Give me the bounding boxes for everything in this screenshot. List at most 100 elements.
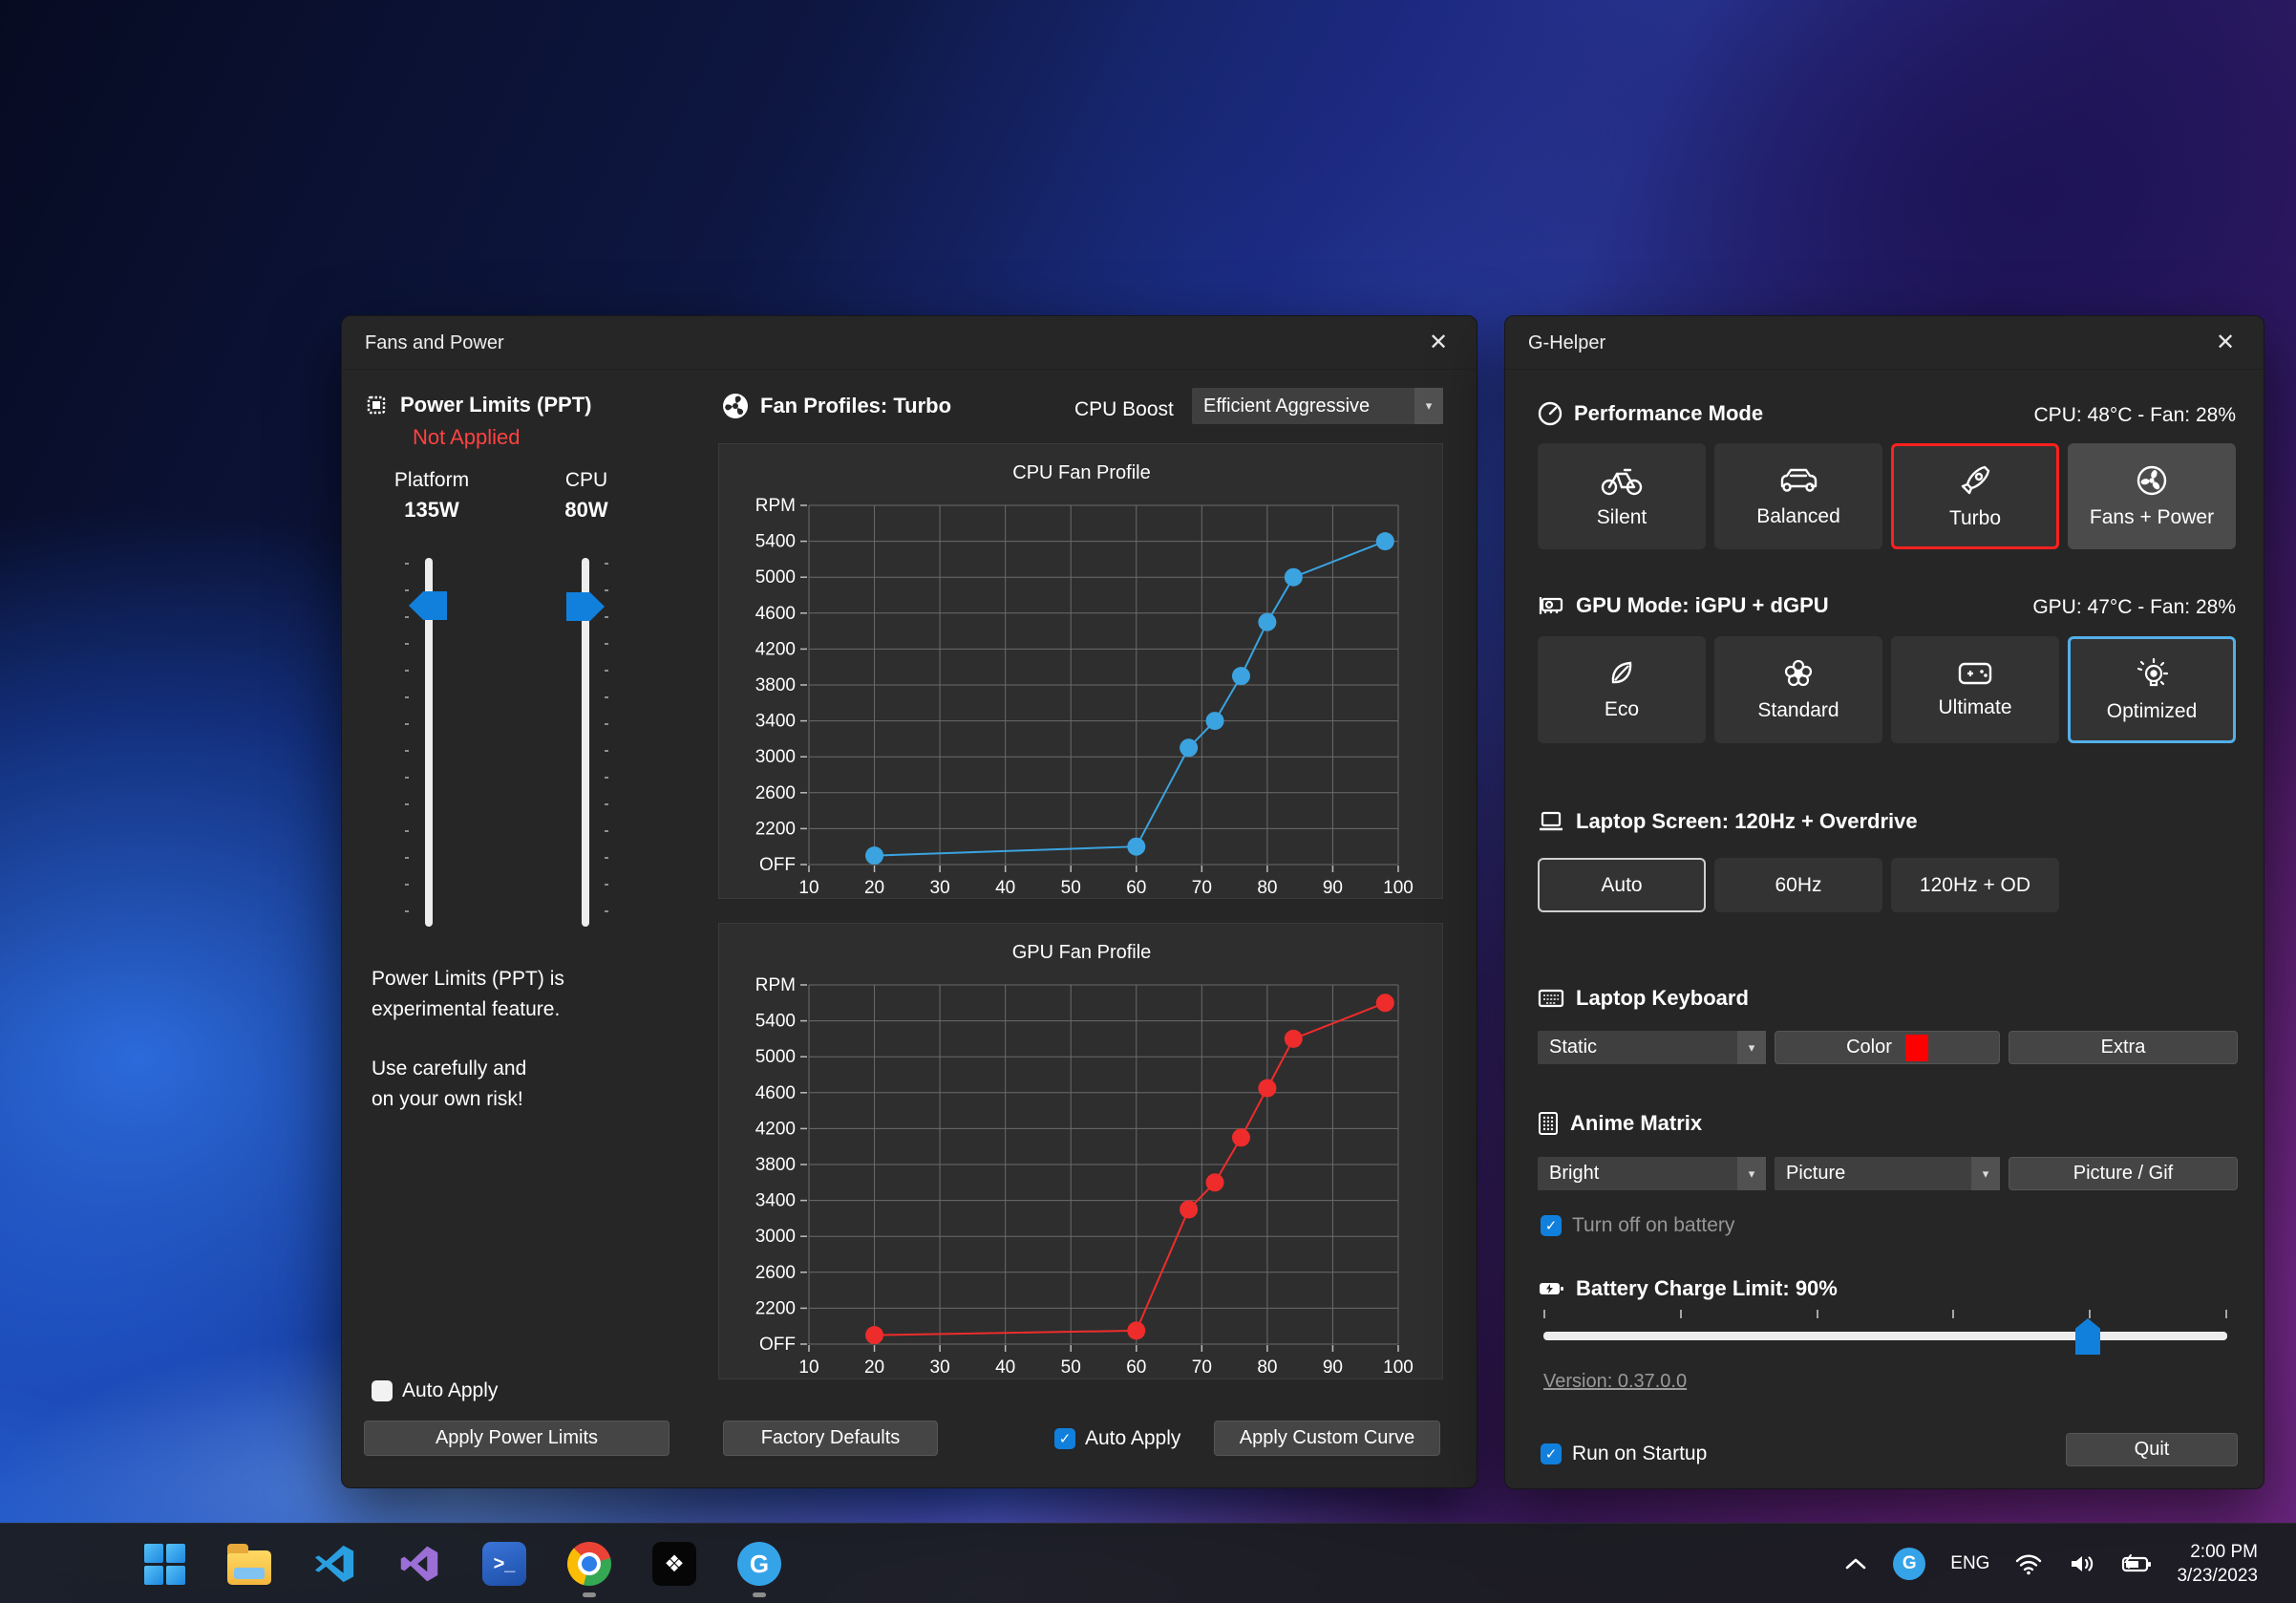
fan-curve-point[interactable] [1127, 838, 1145, 856]
chart-title: GPU Fan Profile [1012, 942, 1152, 963]
fan-curve-point[interactable] [1285, 1030, 1303, 1048]
quit-button[interactable]: Quit [2066, 1433, 2238, 1466]
fan-curve-point[interactable] [1127, 1321, 1145, 1339]
fan-icon [722, 393, 749, 419]
fan-curve-point[interactable] [865, 1326, 883, 1344]
fan-curve-point[interactable] [865, 846, 883, 865]
ghelper-tray-icon[interactable]: G [1893, 1548, 1925, 1580]
keyboard-mode-value: Static [1538, 1031, 1737, 1064]
cpu-fan-chart[interactable]: CPU Fan ProfileRPM5400500046004200380034… [719, 444, 1444, 900]
keyboard-color-button[interactable]: Color [1775, 1031, 2000, 1064]
vscode-button[interactable] [309, 1539, 359, 1589]
language-indicator[interactable]: ENG [1950, 1553, 1989, 1574]
cpu-boost-dropdown[interactable]: Efficient Aggressive ▾ [1192, 388, 1443, 424]
svg-text:2600: 2600 [755, 783, 796, 803]
battery-tray-icon[interactable] [2121, 1553, 2152, 1574]
fan-curve-point[interactable] [1180, 1201, 1198, 1219]
svg-text:100: 100 [1383, 1357, 1414, 1378]
apply-custom-curve-button[interactable]: Apply Custom Curve [1214, 1421, 1440, 1456]
version-link[interactable]: Version: 0.37.0.0 [1543, 1371, 1687, 1392]
cpu-slider-thumb[interactable] [566, 592, 605, 621]
close-icon[interactable]: ✕ [1419, 316, 1457, 370]
gpu-fan-chart-panel: GPU Fan ProfileRPM5400500046004200380034… [718, 923, 1443, 1379]
car-icon [1777, 465, 1819, 496]
gpu-mode-ultimate-label: Ultimate [1938, 696, 2011, 719]
tidal-button[interactable]: ❖ [649, 1539, 699, 1589]
fan-curve-point[interactable] [1206, 1173, 1224, 1191]
screen-120hz-od-label: 120Hz + OD [1920, 874, 2030, 897]
fan-curve-point[interactable] [1376, 532, 1394, 550]
terminal-button[interactable]: >_ [479, 1539, 529, 1589]
chrome-button[interactable] [564, 1539, 614, 1589]
chevron-down-icon[interactable]: ▾ [1971, 1157, 2000, 1190]
chevron-down-icon[interactable]: ▾ [1737, 1031, 1766, 1064]
platform-slider-thumb[interactable] [409, 591, 447, 620]
svg-text:4600: 4600 [755, 604, 796, 624]
battery-slider-track[interactable] [1543, 1332, 2227, 1340]
curve-auto-apply-checkbox[interactable]: ✓ [1054, 1428, 1075, 1449]
note-line-1: Power Limits (PPT) is [372, 964, 564, 994]
clock-date: 3/23/2023 [2177, 1564, 2258, 1588]
keyboard-extra-button[interactable]: Extra [2009, 1031, 2238, 1064]
screen-auto-button[interactable]: Auto [1538, 858, 1706, 912]
close-icon[interactable]: ✕ [2206, 316, 2244, 370]
bicycle-icon [1601, 464, 1643, 497]
speaker-icon[interactable] [2068, 1552, 2096, 1575]
perf-mode-balanced-button[interactable]: Balanced [1714, 443, 1882, 549]
keyboard-mode-dropdown[interactable]: Static ▾ [1538, 1031, 1766, 1064]
clock[interactable]: 2:00 PM 3/23/2023 [2177, 1540, 2258, 1588]
perf-mode-silent-button[interactable]: Silent [1538, 443, 1706, 549]
anime-battery-checkbox[interactable]: ✓ [1541, 1215, 1562, 1236]
screen-120hz-od-button[interactable]: 120Hz + OD [1891, 858, 2059, 912]
fan-curve-point[interactable] [1232, 1128, 1250, 1146]
fan-curve-point[interactable] [1258, 1079, 1276, 1098]
anime-content-dropdown[interactable]: Picture ▾ [1775, 1157, 2000, 1190]
svg-text:4200: 4200 [755, 639, 796, 659]
fan-curve-point[interactable] [1180, 738, 1198, 757]
fan-curve-point[interactable] [1376, 994, 1394, 1012]
taskbar: >_ ❖ G G ENG [0, 1523, 2296, 1603]
chevron-down-icon[interactable]: ▾ [1414, 388, 1443, 424]
flower-icon [1782, 657, 1815, 690]
wifi-icon[interactable] [2014, 1552, 2043, 1575]
gpu-fan-chart[interactable]: GPU Fan ProfileRPM5400500046004200380034… [719, 924, 1444, 1380]
start-button[interactable] [139, 1539, 189, 1589]
visual-studio-button[interactable] [394, 1539, 444, 1589]
file-explorer-button[interactable] [224, 1539, 274, 1589]
apply-power-limits-button[interactable]: Apply Power Limits [364, 1421, 670, 1456]
chevron-down-icon[interactable]: ▾ [1737, 1157, 1766, 1190]
svg-text:70: 70 [1192, 1357, 1212, 1378]
fan-curve-point[interactable] [1285, 568, 1303, 587]
factory-defaults-button[interactable]: Factory Defaults [723, 1421, 938, 1456]
fans-window-titlebar[interactable]: Fans and Power ✕ [342, 316, 1477, 370]
gpu-mode-eco-button[interactable]: Eco [1538, 636, 1706, 743]
power-auto-apply-checkbox[interactable] [372, 1380, 393, 1401]
tray-chevron-up-icon[interactable] [1843, 1556, 1868, 1571]
gauge-icon [1538, 401, 1563, 426]
screen-60hz-button[interactable]: 60Hz [1714, 858, 1882, 912]
anime-picture-gif-button[interactable]: Picture / Gif [2009, 1157, 2238, 1190]
laptop-screen-header: Laptop Screen: 120Hz + Overdrive [1538, 809, 1918, 834]
fan-curve-point[interactable] [1206, 712, 1224, 730]
fans-and-power-window: Fans and Power ✕ Power Limits (PPT) Not … [341, 315, 1478, 1488]
gpu-mode-ultimate-button[interactable]: Ultimate [1891, 636, 2059, 743]
fans-window-title: Fans and Power [365, 316, 504, 370]
ghelper-taskbar-button[interactable]: G [734, 1539, 784, 1589]
gpu-mode-standard-button[interactable]: Standard [1714, 636, 1882, 743]
battery-slider-thumb[interactable] [2075, 1318, 2100, 1355]
perf-mode-fans-power-button[interactable]: Fans + Power [2068, 443, 2236, 549]
fan-curve-point[interactable] [1232, 667, 1250, 685]
run-on-startup-checkbox[interactable]: ✓ [1541, 1443, 1562, 1464]
gpu-mode-optimized-button[interactable]: Optimized [2068, 636, 2236, 743]
svg-text:60: 60 [1126, 1357, 1146, 1378]
perf-mode-turbo-button[interactable]: Turbo [1891, 443, 2059, 549]
note-line-2: experimental feature. [372, 994, 564, 1025]
anime-brightness-dropdown[interactable]: Bright ▾ [1538, 1157, 1766, 1190]
platform-value: 135W [374, 498, 489, 523]
fan-curve-point[interactable] [1258, 613, 1276, 631]
svg-text:50: 50 [1061, 878, 1081, 898]
ghelper-titlebar[interactable]: G-Helper ✕ [1505, 316, 2264, 370]
check-icon: ✓ [1059, 1430, 1072, 1447]
power-limits-header: Power Limits (PPT) [364, 393, 591, 417]
svg-text:3800: 3800 [755, 1155, 796, 1175]
